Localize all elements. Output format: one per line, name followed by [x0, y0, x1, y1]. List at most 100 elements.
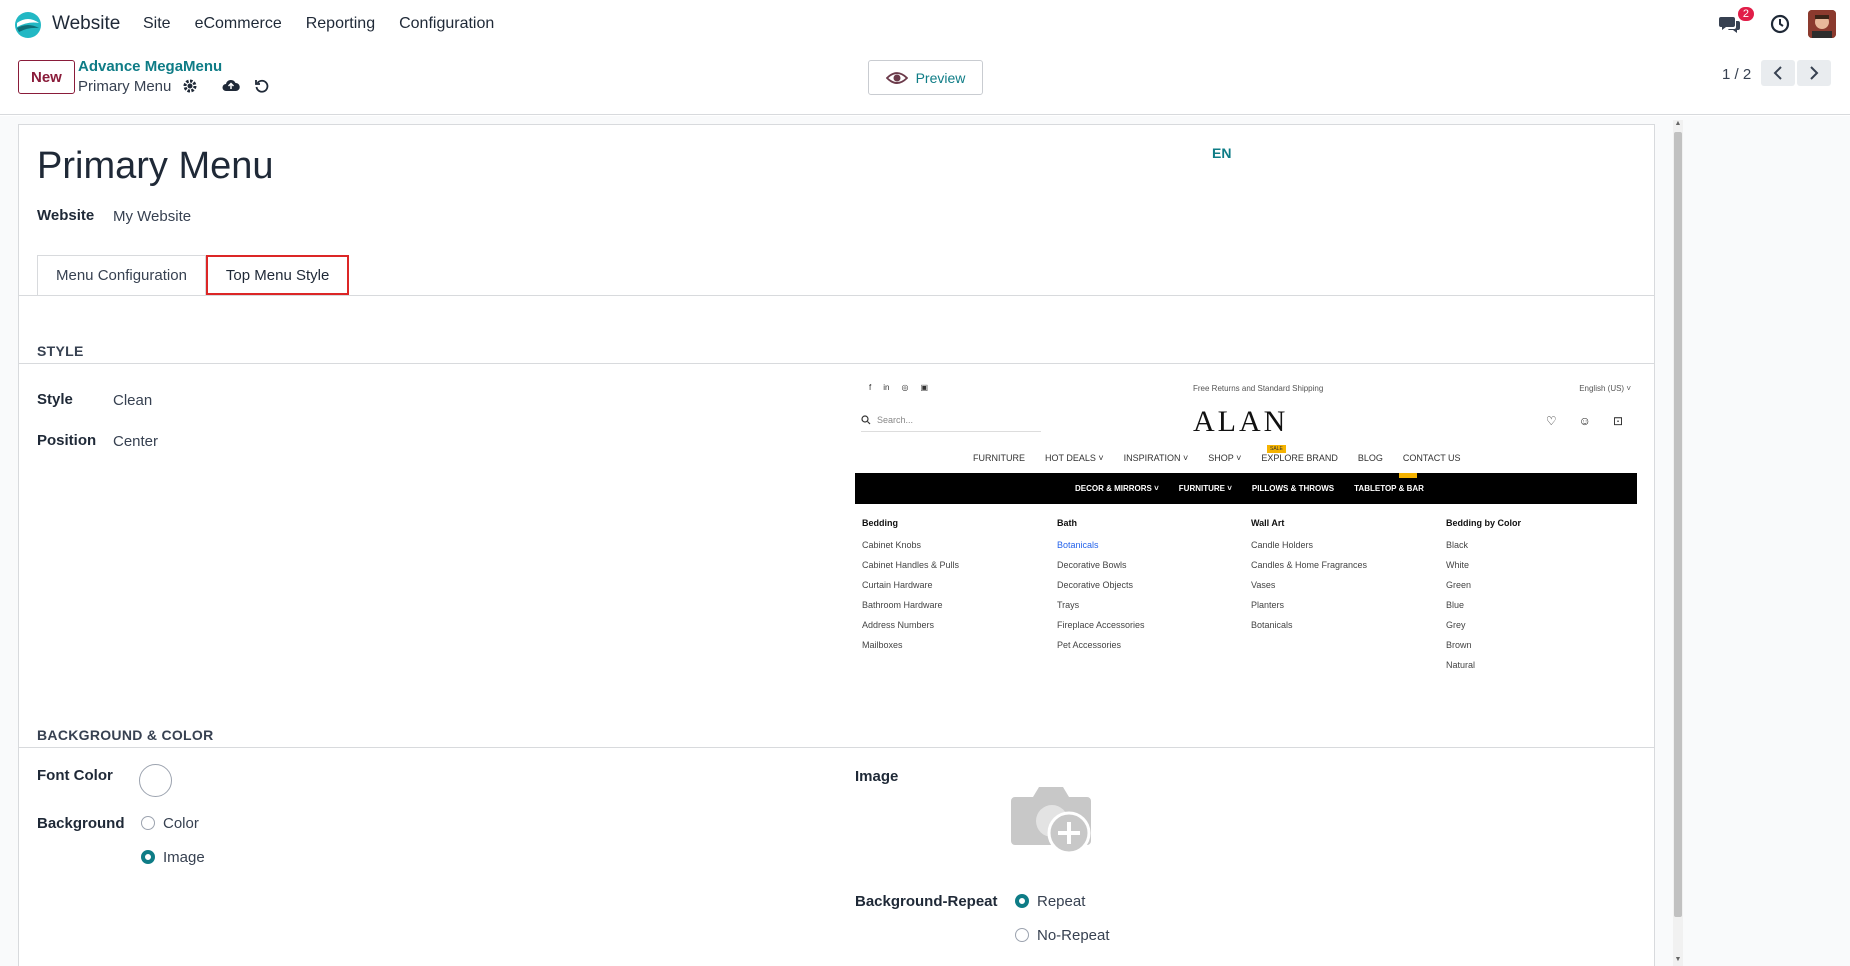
preview-nav-item: HOT DEALS ˅ — [1045, 453, 1104, 463]
tab-top-menu-style[interactable]: Top Menu Style — [205, 255, 350, 295]
font-color-label: Font Color — [37, 767, 113, 784]
app-name[interactable]: Website — [52, 13, 120, 35]
facebook-icon: f — [869, 383, 872, 392]
menu-reporting[interactable]: Reporting — [306, 15, 375, 33]
language-button[interactable]: EN — [1212, 145, 1231, 161]
website-field[interactable]: My Website — [113, 208, 191, 225]
camera-add-icon[interactable] — [1007, 779, 1097, 857]
pager-previous-button[interactable] — [1761, 60, 1795, 86]
menu-site[interactable]: Site — [143, 15, 171, 33]
style-section-divider — [19, 363, 1654, 364]
no-repeat-radio-label[interactable]: No-Repeat — [1037, 927, 1110, 944]
style-section-title: STYLE — [37, 343, 84, 359]
tab-menu-configuration[interactable]: Menu Configuration — [37, 255, 206, 295]
preview-language: English (US) ˅ — [1579, 384, 1631, 393]
no-repeat-radio[interactable] — [1015, 928, 1029, 942]
preview-shipping-text: Free Returns and Standard Shipping — [1193, 384, 1324, 393]
form-view: Primary Menu EN Website My Website Menu … — [0, 116, 1850, 966]
background-label: Background — [37, 815, 125, 832]
bg-image-radio[interactable] — [141, 850, 155, 864]
preview-column-title: Wall Art — [1251, 518, 1285, 528]
bg-section-title: BACKGROUND & COLOR — [37, 727, 214, 743]
preview-column-item: Mailboxes — [862, 640, 903, 650]
preview-column-item: Cabinet Handles & Pulls — [862, 560, 960, 570]
bg-color-radio[interactable] — [141, 816, 155, 830]
position-field[interactable]: Center — [113, 433, 158, 450]
preview-sale-tag: SALE — [1267, 445, 1286, 453]
preview-bar-item: TABLETOP & BAR — [1354, 484, 1424, 493]
preview-column-item: Decorative Objects — [1057, 580, 1134, 590]
preview-social-icons: f in ◎ ▣ — [869, 383, 928, 392]
preview-column-item: Address Numbers — [862, 620, 935, 630]
pager-value[interactable]: 1 / 2 — [1722, 66, 1751, 83]
vertical-scrollbar[interactable]: ▲ ▼ — [1673, 120, 1683, 966]
preview-nav-item: EXPLORE BRAND — [1261, 453, 1338, 463]
position-label: Position — [37, 432, 97, 449]
preview-search-underline — [861, 431, 1041, 432]
preview-bar-item: FURNITURE ˅ — [1178, 484, 1232, 493]
preview-bar-item: DECOR & MIRRORS ˅ — [1075, 484, 1159, 493]
messages-button[interactable]: 2 — [1716, 7, 1754, 38]
menu-ecommerce[interactable]: eCommerce — [195, 15, 282, 33]
user-avatar[interactable] — [1808, 10, 1836, 38]
preview-column-bedding-by-color: Bedding by Color Black White Green Blue … — [1446, 518, 1521, 680]
preview-search-placeholder: Search... — [877, 415, 914, 425]
undo-icon[interactable] — [254, 78, 270, 94]
tabs-divider — [19, 295, 1654, 296]
cart-icon: ⊡ — [1612, 414, 1623, 428]
preview-column-item: Green — [1446, 580, 1472, 590]
preview-column-item: Natural — [1446, 660, 1476, 670]
preview-column-item: Grey — [1446, 620, 1466, 630]
preview-button[interactable]: Preview — [868, 60, 983, 95]
image-label: Image — [855, 768, 899, 785]
new-button[interactable]: New — [18, 60, 75, 94]
navbar-systray: 2 — [1716, 7, 1836, 38]
style-preview-image: f in ◎ ▣ Free Returns and Standard Shipp… — [855, 379, 1637, 670]
website-app-icon[interactable] — [14, 11, 42, 39]
preview-nav-item: SHOP ˅ — [1208, 453, 1242, 463]
gear-icon[interactable] — [182, 78, 198, 94]
font-color-picker[interactable] — [139, 764, 172, 797]
preview-column-item: Bathroom Hardware — [862, 600, 943, 610]
chevron-right-icon — [1810, 66, 1819, 80]
preview-column-item: Curtain Hardware — [862, 580, 933, 590]
preview-nav-item: BLOG — [1357, 453, 1383, 463]
preview-column-bath: Bath Botanicals Decorative Bowls Decorat… — [1057, 518, 1145, 660]
activities-button[interactable] — [1766, 10, 1794, 38]
breadcrumb-current: Primary Menu — [78, 78, 172, 95]
bg-image-radio-label[interactable]: Image — [163, 849, 205, 866]
record-title[interactable]: Primary Menu — [37, 145, 274, 188]
scroll-down-arrow[interactable]: ▼ — [1674, 956, 1682, 963]
preview-column-item: Cabinet Knobs — [862, 540, 922, 550]
preview-column-bedding: Bedding Cabinet Knobs Cabinet Handles & … — [862, 518, 959, 660]
preview-black-bar: DECOR & MIRRORS ˅ FURNITURE ˅ PILLOWS & … — [855, 473, 1637, 504]
pager-next-button[interactable] — [1797, 60, 1831, 86]
menu-configuration[interactable]: Configuration — [399, 15, 494, 33]
preview-logo: ALAN — [1193, 405, 1289, 438]
repeat-radio[interactable] — [1015, 894, 1029, 908]
heart-icon: ♡ — [1545, 414, 1557, 428]
preview-bar-items: DECOR & MIRRORS ˅ FURNITURE ˅ PILLOWS & … — [1075, 484, 1424, 493]
style-field[interactable]: Clean — [113, 392, 152, 409]
preview-column-item: Vases — [1251, 580, 1276, 590]
control-panel: New Advance MegaMenu Primary Menu Previe… — [0, 50, 1850, 115]
preview-column-item: Candle Holders — [1251, 540, 1314, 550]
preview-bar-sale-tag — [1399, 473, 1417, 478]
cloud-save-icon[interactable] — [222, 78, 240, 94]
bg-color-radio-label[interactable]: Color — [163, 815, 199, 832]
scroll-up-arrow[interactable]: ▲ — [1674, 120, 1682, 127]
preview-nav-item: INSPIRATION ˅ — [1123, 453, 1189, 463]
main-menu: Site eCommerce Reporting Configuration — [143, 15, 518, 33]
eye-icon — [885, 71, 908, 84]
preview-column-item: Botanicals — [1057, 540, 1099, 550]
preview-column-item: Botanicals — [1251, 620, 1293, 630]
preview-column-item: Candles & Home Fragrances — [1251, 560, 1368, 570]
instagram-icon: ◎ — [901, 383, 909, 392]
clock-icon — [1770, 14, 1790, 34]
preview-column-wall-art: Wall Art Candle Holders Candles & Home F… — [1251, 518, 1367, 640]
preview-column-item: Black — [1446, 540, 1469, 550]
user-icon: ☺ — [1578, 414, 1591, 428]
repeat-radio-label[interactable]: Repeat — [1037, 893, 1085, 910]
scrollbar-thumb[interactable] — [1674, 132, 1682, 917]
breadcrumb-parent[interactable]: Advance MegaMenu — [78, 58, 222, 75]
